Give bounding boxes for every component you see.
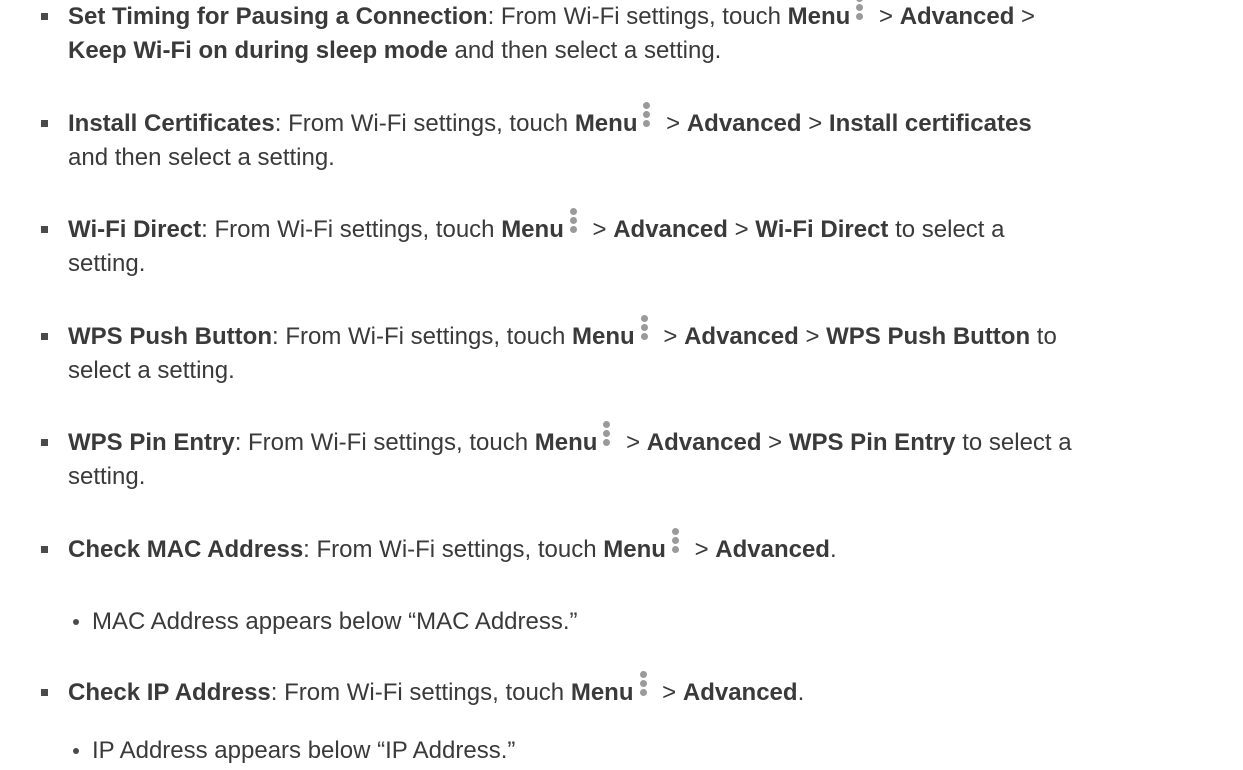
separator: >	[585, 216, 614, 243]
menu-label: Menu	[574, 110, 638, 137]
separator: >	[619, 429, 647, 456]
item-intro: : From Wi-Fi settings, touch	[303, 536, 604, 563]
setting-target: Keep Wi-Fi on during sleep mode	[68, 37, 448, 64]
list-item-text: WPS Pin Entry: From Wi-Fi settings, touc…	[68, 421, 1218, 494]
square-bullet	[41, 226, 48, 233]
item-tail: setting.	[68, 463, 146, 490]
item-intro: : From Wi-Fi settings, touch	[201, 216, 502, 243]
setting-target: Install certificates	[828, 110, 1032, 137]
square-bullet	[41, 120, 48, 127]
setting-target: WPS Pin Entry	[788, 429, 956, 456]
separator: >	[727, 216, 756, 243]
square-bullet	[41, 689, 48, 696]
period: .	[797, 679, 805, 706]
square-bullet	[41, 546, 48, 553]
item-intro: : From Wi-Fi settings, touch	[274, 110, 575, 137]
menu-label: Menu	[501, 216, 564, 243]
vertical-dots-menu-icon	[569, 208, 578, 247]
square-bullet	[41, 333, 48, 340]
advanced-label: Advanced	[715, 536, 830, 563]
item-title: Check MAC Address	[68, 536, 304, 563]
item-tail: setting.	[68, 250, 146, 277]
setting-target: Wi-Fi Direct	[755, 216, 889, 243]
item-tail: select a setting.	[68, 357, 235, 384]
item-title: WPS Pin Entry	[68, 429, 235, 456]
list-item-text: WPS Push Button: From Wi-Fi settings, to…	[68, 315, 1218, 388]
vertical-dots-menu-icon	[856, 0, 864, 34]
separator: >	[659, 110, 687, 137]
list-item-text: Check MAC Address: From Wi-Fi settings, …	[68, 528, 1218, 567]
separator: >	[1014, 3, 1036, 30]
item-tail: and then select a setting.	[447, 37, 722, 64]
square-bullet	[41, 13, 48, 20]
round-bullet	[73, 619, 79, 625]
setting-target: WPS Push Button	[826, 323, 1031, 350]
item-title: Wi-Fi Direct	[68, 216, 202, 243]
item-tail: and then select a setting.	[68, 144, 335, 171]
separator: >	[798, 323, 827, 350]
item-title: Set Timing for Pausing a Connection	[68, 3, 488, 30]
item-title: WPS Push Button	[68, 323, 272, 350]
vertical-dots-menu-icon	[643, 102, 651, 141]
vertical-dots-menu-icon	[603, 421, 611, 460]
separator: >	[872, 3, 900, 30]
item-intro: : From Wi-Fi settings, touch	[487, 3, 788, 30]
separator: >	[687, 536, 716, 563]
advanced-label: Advanced	[899, 3, 1015, 30]
menu-label: Menu	[603, 536, 666, 563]
advanced-label: Advanced	[686, 110, 802, 137]
list-item-text: Wi-Fi Direct: From Wi-Fi settings, touch…	[68, 208, 1218, 281]
list-item-text: Check IP Address: From Wi-Fi settings, t…	[68, 671, 1218, 710]
item-intro: : From Wi-Fi settings, touch	[271, 323, 573, 350]
item-tail: to	[1030, 323, 1057, 350]
item-tail: to select a	[888, 216, 1005, 243]
advanced-label: Advanced	[646, 429, 762, 456]
menu-label: Menu	[787, 3, 851, 30]
sub-item-text: MAC Address appears below “MAC Address.”	[92, 608, 578, 635]
document-page: Set Timing for Pausing a Connection: Fro…	[0, 0, 1243, 770]
advanced-label: Advanced	[613, 216, 728, 243]
period: .	[829, 536, 837, 563]
separator: >	[656, 323, 685, 350]
item-tail: to select a	[955, 429, 1072, 456]
separator: >	[761, 429, 789, 456]
list-item-text: Set Timing for Pausing a Connection: Fro…	[68, 0, 1218, 68]
menu-label: Menu	[570, 679, 634, 706]
round-bullet	[73, 748, 79, 754]
separator: >	[655, 679, 683, 706]
item-title: Check IP Address	[68, 679, 271, 706]
menu-label: Menu	[572, 323, 635, 350]
vertical-dots-menu-icon	[639, 671, 648, 710]
sub-item-text: IP Address appears below “IP Address.”	[92, 737, 516, 764]
square-bullet	[41, 439, 48, 446]
advanced-label: Advanced	[682, 679, 798, 706]
item-title: Install Certificates	[68, 110, 275, 137]
separator: >	[801, 110, 829, 137]
item-intro: : From Wi-Fi settings, touch	[270, 679, 571, 706]
item-intro: : From Wi-Fi settings, touch	[234, 429, 535, 456]
vertical-dots-menu-icon	[671, 528, 680, 567]
menu-label: Menu	[534, 429, 598, 456]
advanced-label: Advanced	[684, 323, 799, 350]
list-item-text: Install Certificates: From Wi-Fi setting…	[68, 102, 1218, 175]
vertical-dots-menu-icon	[640, 315, 649, 354]
